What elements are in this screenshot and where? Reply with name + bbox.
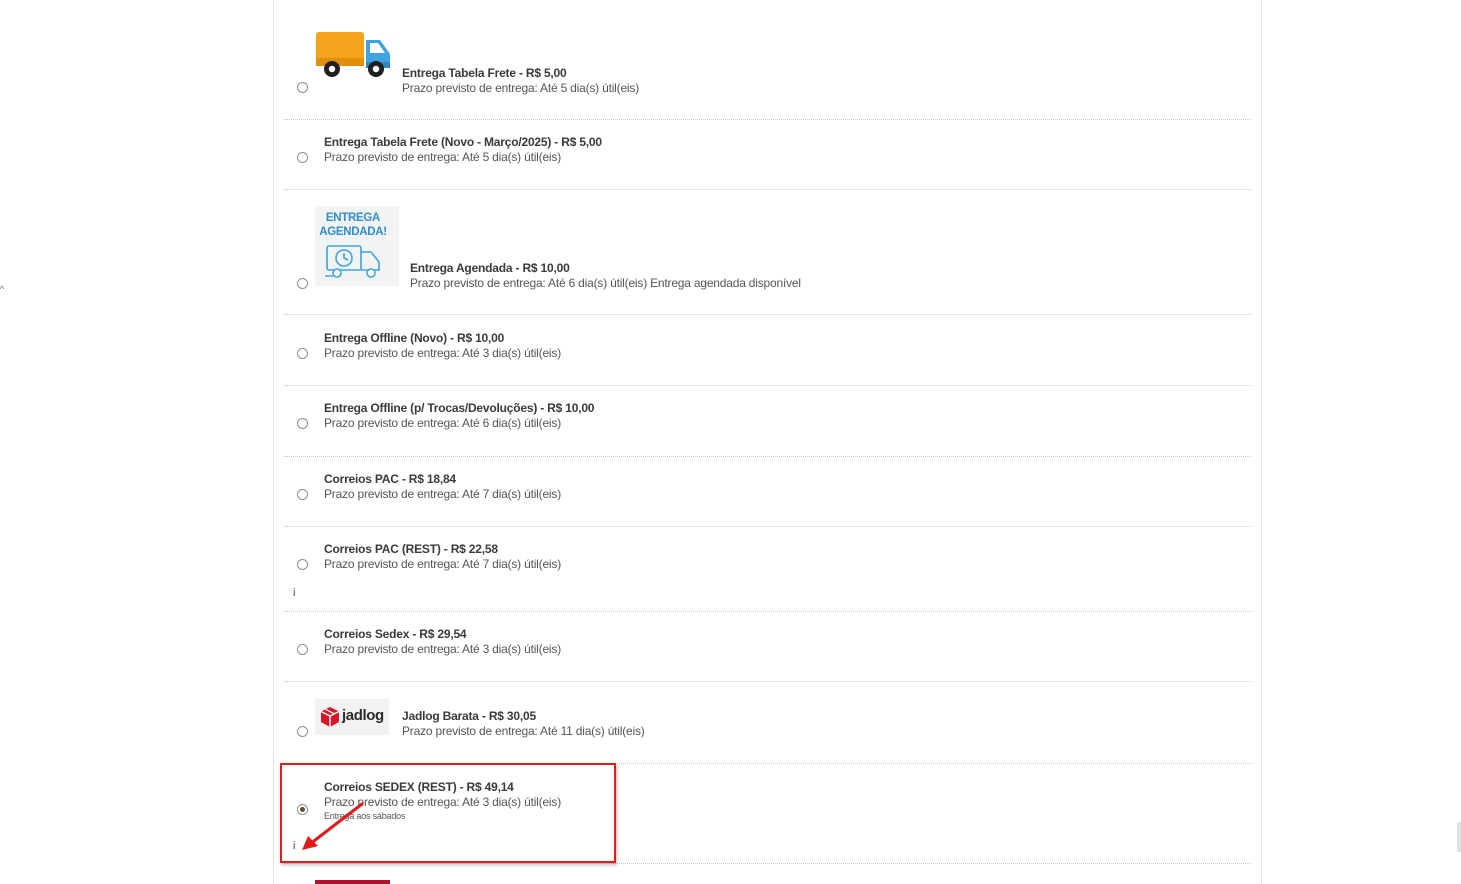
- option-title: Correios PAC (REST) - R$ 22,58: [324, 542, 498, 556]
- info-icon[interactable]: i: [293, 587, 295, 599]
- jadlog-logo: jadlog: [315, 699, 389, 735]
- radio-correios-pac-rest[interactable]: [297, 559, 308, 570]
- option-title: Entrega Tabela Frete (Novo - Março/2025)…: [324, 135, 602, 149]
- entrega-agendada-icon: ENTREGA AGENDADA!: [315, 206, 399, 286]
- option-title: Entrega Agendada - R$ 10,00: [410, 261, 570, 275]
- shipping-option-offline-trocas[interactable]: Entrega Offline (p/ Trocas/Devoluções) -…: [284, 386, 1252, 457]
- option-delivery-time: Prazo previsto de entrega: Até 7 dia(s) …: [324, 487, 561, 501]
- radio-correios-pac[interactable]: [297, 489, 308, 500]
- left-caret-glyph: ^: [0, 284, 5, 294]
- option-delivery-time: Prazo previsto de entrega: Até 6 dia(s) …: [324, 416, 561, 430]
- agendada-logo-line-1: ENTREGA: [325, 212, 381, 224]
- radio-tabela-frete-novo[interactable]: [297, 152, 308, 163]
- option-delivery-time: Prazo previsto de entrega: Até 7 dia(s) …: [324, 557, 561, 571]
- option-title: Correios PAC - R$ 18,84: [324, 472, 456, 486]
- radio-correios-sedex[interactable]: [297, 644, 308, 655]
- option-title: Entrega Tabela Frete - R$ 5,00: [402, 66, 567, 80]
- option-delivery-time: Prazo previsto de entrega: Até 11 dia(s)…: [402, 724, 645, 738]
- truck-icon: [314, 28, 394, 85]
- option-delivery-time: Prazo previsto de entrega: Até 3 dia(s) …: [324, 346, 561, 360]
- partial-next-logo: [315, 880, 390, 884]
- jadlog-wordmark: jadlog: [342, 707, 384, 724]
- option-delivery-time: Prazo previsto de entrega: Até 5 dia(s) …: [324, 150, 561, 164]
- radio-tabela-frete[interactable]: [297, 82, 308, 93]
- agendada-logo-line-2: AGENDADA!: [319, 226, 387, 238]
- shipping-options-panel: Entrega Tabela Frete - R$ 5,00 Prazo pre…: [273, 0, 1262, 884]
- radio-offline-trocas[interactable]: [297, 418, 308, 429]
- shipping-option-offline-novo[interactable]: Entrega Offline (Novo) - R$ 10,00 Prazo …: [284, 315, 1252, 386]
- option-title: Correios Sedex - R$ 29,54: [324, 627, 467, 641]
- radio-agendada[interactable]: [297, 278, 308, 289]
- option-delivery-time: Prazo previsto de entrega: Até 6 dia(s) …: [410, 276, 801, 290]
- shipping-option-agendada[interactable]: ENTREGA AGENDADA! Entrega Agendada - R$ …: [284, 190, 1252, 315]
- jadlog-box-icon: [320, 707, 340, 727]
- option-delivery-time: Prazo previsto de entrega: Até 5 dia(s) …: [402, 81, 639, 95]
- option-title: Jadlog Barata - R$ 30,05: [402, 709, 536, 723]
- shipping-option-correios-pac-rest[interactable]: Correios PAC (REST) - R$ 22,58 Prazo pre…: [284, 527, 1252, 612]
- shipping-option-correios-sedex[interactable]: Correios Sedex - R$ 29,54 Prazo previsto…: [284, 612, 1252, 682]
- radio-offline-novo[interactable]: [297, 348, 308, 359]
- option-delivery-time: Prazo previsto de entrega: Até 3 dia(s) …: [324, 642, 561, 656]
- shipping-option-jadlog-barata[interactable]: jadlog Jadlog Barata - R$ 30,05 Prazo pr…: [284, 682, 1252, 764]
- scroll-edge-tab[interactable]: [1457, 822, 1461, 852]
- annotation-arrow-icon: [302, 802, 364, 850]
- shipping-option-tabela-frete-novo[interactable]: Entrega Tabela Frete (Novo - Março/2025)…: [284, 120, 1252, 190]
- shipping-options-page: ^ Entrega Tabela Frete - R$ 5,00 Prazo p…: [0, 0, 1461, 884]
- shipping-option-correios-pac[interactable]: Correios PAC - R$ 18,84 Prazo previsto d…: [284, 457, 1252, 527]
- radio-jadlog-barata[interactable]: [297, 726, 308, 737]
- option-title: Entrega Offline (Novo) - R$ 10,00: [324, 331, 505, 345]
- option-title: Entrega Offline (p/ Trocas/Devoluções) -…: [324, 401, 595, 415]
- shipping-option-tabela-frete[interactable]: Entrega Tabela Frete - R$ 5,00 Prazo pre…: [284, 0, 1252, 120]
